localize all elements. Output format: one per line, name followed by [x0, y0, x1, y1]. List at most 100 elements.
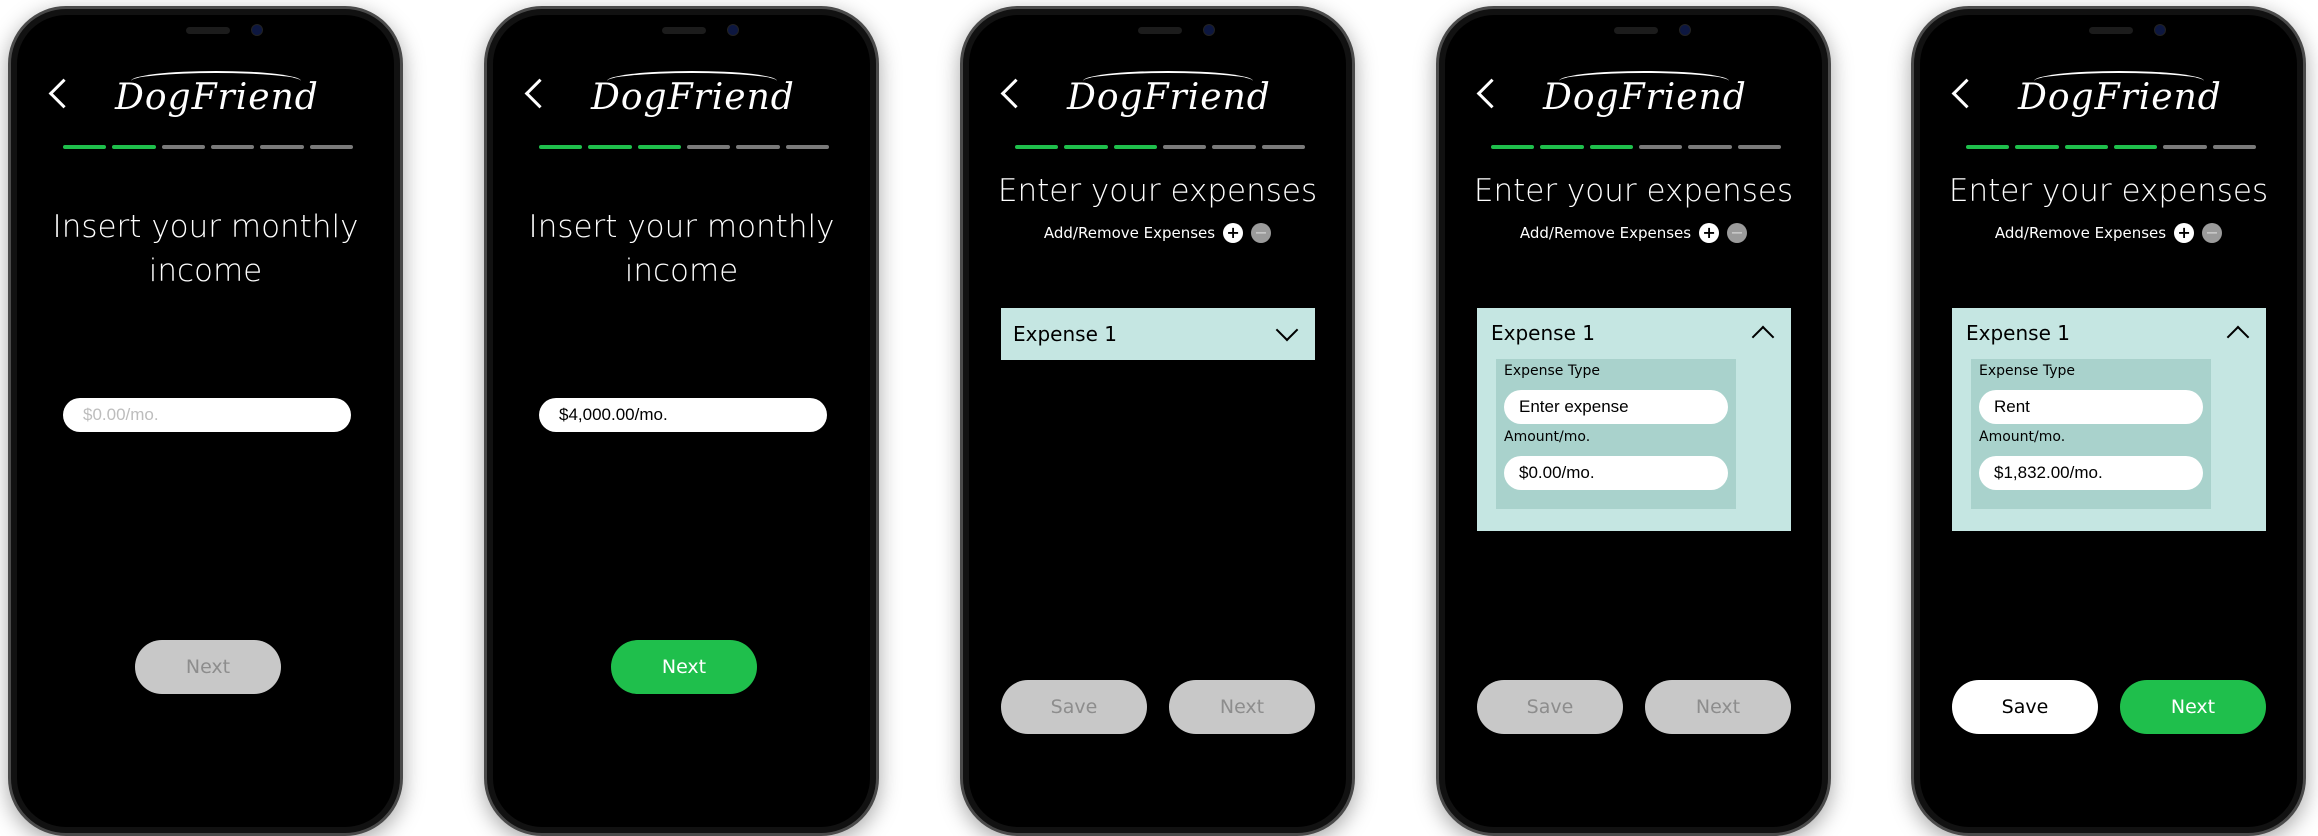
progress-segment: [1491, 145, 1535, 149]
expense-form: Expense Type Rent Amount/mo. $1,832.00/m…: [1971, 359, 2211, 509]
app-logo: DogFriend: [1067, 77, 1271, 118]
progress-segment: [1015, 145, 1059, 149]
expense-form: Expense Type Enter expense Amount/mo. $0…: [1496, 359, 1736, 509]
page-title: Insert your monthly income: [52, 209, 359, 289]
chevron-down-icon[interactable]: [1275, 318, 1299, 342]
add-remove-row: Add/Remove Expenses + −: [1914, 223, 2303, 243]
expense-accordion[interactable]: Expense 1: [1001, 308, 1315, 360]
progress-segment: [260, 145, 304, 149]
progress-segment: [539, 145, 583, 149]
progress-bar: [539, 145, 829, 149]
progress-segment: [785, 145, 829, 149]
progress-segment: [2064, 145, 2108, 149]
next-button[interactable]: Next: [1645, 680, 1791, 734]
add-expense-icon[interactable]: +: [1223, 223, 1244, 243]
progress-bar: [1015, 145, 1305, 149]
phone-screen-income-filled: DogFriend Insert your monthly income $4,…: [484, 6, 879, 836]
speaker-notch: [1614, 27, 1658, 34]
remove-expense-icon[interactable]: −: [1727, 223, 1748, 243]
phone-screen-expenses-filled: DogFriend Enter your expenses Add/Remove…: [1911, 6, 2306, 836]
progress-segment: [736, 145, 780, 149]
back-arrow-icon[interactable]: [524, 78, 555, 109]
add-remove-label: Add/Remove Expenses: [1994, 224, 2167, 242]
expense-title: Expense 1: [1013, 322, 1117, 346]
add-remove-row: Add/Remove Expenses + −: [1439, 223, 1828, 243]
page-title: Insert your monthly income: [528, 209, 835, 289]
progress-bar: [63, 145, 353, 149]
speaker-notch: [662, 27, 706, 34]
remove-expense-icon[interactable]: −: [2202, 223, 2223, 243]
expense-accordion: Expense 1 Expense Type Enter expense Amo…: [1477, 308, 1791, 531]
back-arrow-icon[interactable]: [1476, 78, 1507, 109]
chevron-up-icon[interactable]: [1751, 325, 1775, 349]
camera-icon: [251, 24, 263, 36]
progress-segment: [1688, 145, 1732, 149]
progress-segment: [2015, 145, 2059, 149]
app-logo: DogFriend: [2018, 77, 2222, 118]
expense-header[interactable]: Expense 1: [1477, 308, 1791, 358]
progress-segment: [63, 145, 107, 149]
progress-segment: [210, 145, 255, 149]
speaker-notch: [186, 27, 230, 34]
income-input[interactable]: $0.00/mo.: [63, 398, 351, 432]
next-button[interactable]: Next: [135, 640, 281, 694]
amount-label: Amount/mo.: [1504, 429, 1591, 445]
back-arrow-icon[interactable]: [48, 78, 79, 109]
progress-segment: [1113, 145, 1157, 149]
progress-segment: [161, 145, 205, 149]
back-arrow-icon[interactable]: [1951, 78, 1982, 109]
progress-segment: [588, 145, 632, 149]
speaker-notch: [2089, 27, 2133, 34]
progress-segment: [1212, 145, 1256, 149]
save-button[interactable]: Save: [1952, 680, 2098, 734]
expense-header[interactable]: Expense 1: [1952, 308, 2266, 358]
add-expense-icon[interactable]: +: [1699, 223, 1720, 243]
add-expense-icon[interactable]: +: [2174, 223, 2195, 243]
progress-segment: [1162, 145, 1207, 149]
remove-expense-icon[interactable]: −: [1251, 223, 1272, 243]
progress-segment: [1737, 145, 1781, 149]
progress-segment: [112, 145, 156, 149]
next-button[interactable]: Next: [2120, 680, 2266, 734]
progress-segment: [2113, 145, 2158, 149]
camera-icon: [2154, 24, 2166, 36]
app-logo: DogFriend: [115, 77, 319, 118]
save-button[interactable]: Save: [1477, 680, 1623, 734]
progress-segment: [1261, 145, 1305, 149]
add-remove-label: Add/Remove Expenses: [1043, 224, 1216, 242]
expense-type-input[interactable]: Enter expense: [1504, 390, 1728, 424]
phone-screen-expenses-collapsed: DogFriend Enter your expenses Add/Remove…: [960, 6, 1355, 836]
page-title: Enter your expenses: [997, 173, 1318, 209]
progress-segment: [2212, 145, 2256, 149]
amount-input[interactable]: $0.00/mo.: [1504, 456, 1728, 490]
progress-bar: [1966, 145, 2256, 149]
next-button[interactable]: Next: [1169, 680, 1315, 734]
progress-segment: [2163, 145, 2207, 149]
save-button[interactable]: Save: [1001, 680, 1147, 734]
expense-title: Expense 1: [1491, 321, 1595, 345]
add-remove-row: Add/Remove Expenses + −: [963, 223, 1352, 243]
progress-segment: [1064, 145, 1108, 149]
amount-label: Amount/mo.: [1979, 429, 2066, 445]
app-logo: DogFriend: [591, 77, 795, 118]
expense-type-input[interactable]: Rent: [1979, 390, 2203, 424]
phone-screen-income-empty: DogFriend Insert your monthly income $0.…: [8, 6, 403, 836]
progress-segment: [1589, 145, 1633, 149]
progress-segment: [309, 145, 353, 149]
add-remove-label: Add/Remove Expenses: [1519, 224, 1692, 242]
back-arrow-icon[interactable]: [1000, 78, 1031, 109]
page-title: Enter your expenses: [1948, 173, 2269, 209]
progress-segment: [1540, 145, 1584, 149]
income-input[interactable]: $4,000.00/mo.: [539, 398, 827, 432]
next-button[interactable]: Next: [611, 640, 757, 694]
progress-bar: [1491, 145, 1781, 149]
expense-type-label: Expense Type: [1504, 363, 1601, 379]
speaker-notch: [1138, 27, 1182, 34]
amount-input[interactable]: $1,832.00/mo.: [1979, 456, 2203, 490]
progress-segment: [686, 145, 731, 149]
chevron-up-icon[interactable]: [2226, 325, 2250, 349]
camera-icon: [1203, 24, 1215, 36]
expense-accordion: Expense 1 Expense Type Rent Amount/mo. $…: [1952, 308, 2266, 531]
progress-segment: [637, 145, 681, 149]
progress-segment: [1966, 145, 2010, 149]
